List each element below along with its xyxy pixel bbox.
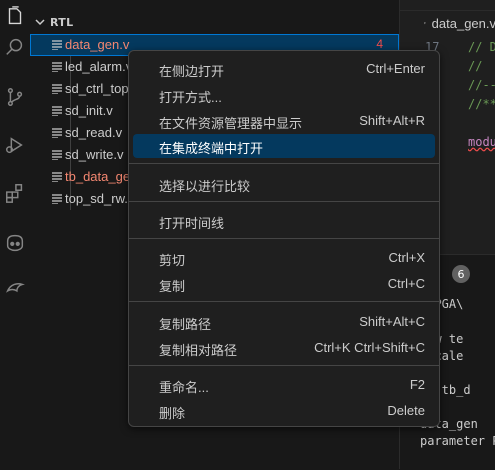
run-debug-icon[interactable] — [0, 128, 30, 162]
file-name: sd_read.v — [65, 125, 123, 140]
menu-separator — [129, 163, 439, 164]
menu-separator — [129, 238, 439, 239]
menu-separator — [129, 365, 439, 366]
file-name: data_gen.v — [65, 37, 130, 52]
extensions-icon[interactable] — [0, 176, 30, 210]
file-name: led_alarm.v — [65, 59, 133, 74]
menu-item-rename[interactable]: 重命名... F2 — [133, 373, 435, 397]
menu-item-open-with[interactable]: 打开方式... — [133, 83, 435, 107]
menu-item-select-for-compare[interactable]: 选择以进行比较 — [133, 172, 435, 196]
menu-item-label: 在文件资源管理器中显示 — [159, 116, 303, 131]
file-lines-icon — [424, 22, 426, 24]
file-lines-icon — [52, 150, 62, 160]
panel-count-badge: 6 — [452, 265, 470, 283]
code-text: modu — [468, 135, 495, 149]
menu-item-label: 打开方式... — [159, 90, 222, 105]
menu-item-label: 打开时间线 — [159, 216, 225, 231]
section-title: RTL — [50, 15, 74, 29]
file-lines-icon — [52, 128, 62, 138]
code-text: //** — [468, 97, 495, 111]
search-icon[interactable] — [0, 30, 30, 64]
file-lines-icon — [52, 40, 62, 50]
menu-item-shortcut: Shift+Alt+C — [359, 314, 425, 329]
copilot-icon[interactable] — [0, 226, 30, 260]
file-lines-icon — [52, 84, 62, 94]
menu-item-label: 在侧边打开 — [159, 64, 225, 79]
menu-item-label: 复制路径 — [159, 317, 212, 332]
code-text: // — [468, 59, 483, 73]
code-text: // D — [468, 40, 495, 54]
file-name: sd_init.v — [65, 103, 113, 118]
context-menu: 在侧边打开 Ctrl+Enter 打开方式... 在文件资源管理器中显示 Shi… — [128, 50, 440, 427]
menu-item-shortcut: Shift+Alt+R — [359, 113, 425, 128]
menu-item-shortcut: Ctrl+Enter — [366, 61, 425, 76]
menu-item-label: 删除 — [159, 406, 186, 421]
menu-item-open-in-terminal[interactable]: 在集成终端中打开 — [133, 134, 435, 158]
terminal-line: parameter P — [420, 434, 495, 448]
menu-item-copy-relative-path[interactable]: 复制相对路径 Ctrl+K Ctrl+Shift+C — [133, 336, 435, 360]
menu-item-label: 剪切 — [159, 253, 186, 268]
tab-data-gen[interactable]: data_gen.v — [400, 10, 495, 35]
file-lines-icon — [52, 194, 62, 204]
file-lines-icon — [52, 62, 62, 72]
file-lines-icon — [52, 172, 62, 182]
file-lines-icon — [52, 106, 62, 116]
code-text: //-- — [468, 78, 495, 92]
section-header-rtl[interactable]: RTL — [30, 12, 73, 32]
problem-count-badge: 4 — [376, 37, 383, 51]
menu-item-shortcut: Ctrl+C — [387, 276, 425, 291]
menu-item-shortcut: F2 — [409, 377, 425, 392]
menu-item-shortcut: Delete — [387, 403, 425, 418]
menu-separator — [129, 301, 439, 302]
menu-item-label: 复制相对路径 — [159, 343, 238, 358]
source-control-icon[interactable] — [0, 80, 30, 114]
chevron-down-icon — [30, 17, 50, 27]
menu-item-shortcut: Ctrl+X — [388, 250, 425, 265]
menu-item-cut[interactable]: 剪切 Ctrl+X — [133, 246, 435, 270]
menu-item-open-timeline[interactable]: 打开时间线 — [133, 209, 435, 233]
menu-item-label: 在集成终端中打开 — [159, 141, 264, 156]
menu-item-reveal-in-explorer[interactable]: 在文件资源管理器中显示 Shift+Alt+R — [133, 109, 435, 133]
tab-label: data_gen.v — [431, 15, 495, 31]
file-name: top_sd_rw.v — [65, 191, 135, 206]
explorer-icon[interactable] — [0, 0, 30, 34]
menu-separator — [129, 201, 439, 202]
menu-item-label: 选择以进行比较 — [159, 179, 251, 194]
remote-icon[interactable] — [0, 272, 30, 306]
activity-bar — [0, 0, 31, 469]
menu-item-copy-path[interactable]: 复制路径 Shift+Alt+C — [133, 310, 435, 334]
menu-item-copy[interactable]: 复制 Ctrl+C — [133, 272, 435, 296]
menu-item-delete[interactable]: 删除 Delete — [133, 399, 435, 423]
menu-item-open-to-side[interactable]: 在侧边打开 Ctrl+Enter — [133, 57, 435, 81]
file-name: sd_write.v — [65, 147, 124, 162]
menu-item-label: 重命名... — [159, 380, 209, 395]
menu-item-shortcut: Ctrl+K Ctrl+Shift+C — [314, 340, 425, 355]
menu-item-label: 复制 — [159, 279, 186, 294]
